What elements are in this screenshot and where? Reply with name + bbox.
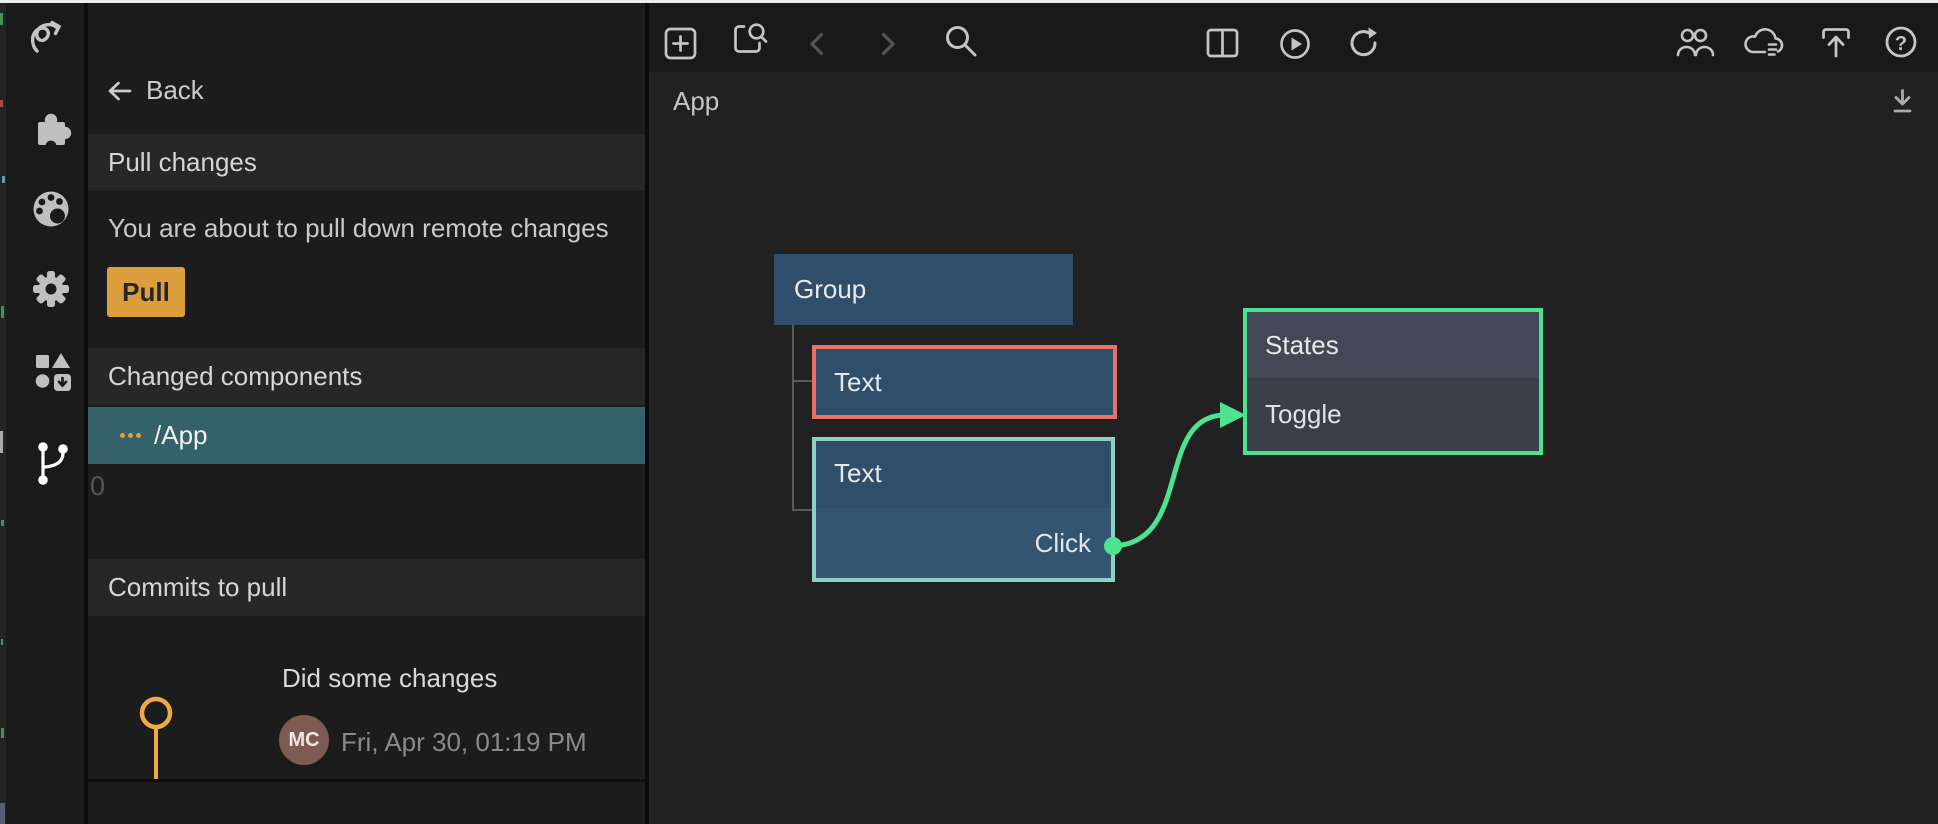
commit-author-avatar: MC <box>279 715 329 765</box>
output-port-click[interactable]: Click <box>816 508 1111 578</box>
tree-connector-stub <box>792 380 812 382</box>
activity-bar <box>6 3 84 824</box>
noodl-logo-icon[interactable] <box>26 18 66 63</box>
node-label: Group <box>794 274 866 305</box>
commit-timestamp: Fri, Apr 30, 01:19 PM <box>341 727 587 758</box>
cloud-versions-icon[interactable] <box>1741 25 1786 65</box>
nav-back-icon[interactable] <box>806 30 828 63</box>
back-button[interactable]: Back <box>106 75 204 106</box>
collaborators-icon[interactable] <box>1675 27 1715 63</box>
commit-message: Did some changes <box>282 663 497 694</box>
back-label: Back <box>146 75 204 106</box>
node-text-2[interactable]: Text Click <box>812 437 1115 582</box>
window-top-strip <box>0 0 1938 3</box>
changed-component-item[interactable]: /App <box>88 407 645 464</box>
pull-info-text: You are about to pull down remote change… <box>108 213 609 244</box>
node-label: Text <box>834 458 882 489</box>
search-icon[interactable] <box>943 23 979 64</box>
commit-graph-node-icon <box>136 693 176 733</box>
run-preview-icon[interactable] <box>1279 28 1311 65</box>
node-label: Text <box>834 367 882 398</box>
overview-ruler <box>0 3 6 824</box>
help-icon[interactable]: ? <box>1884 25 1918 64</box>
changed-component-label: /App <box>154 420 208 451</box>
component-search-icon[interactable] <box>731 22 769 61</box>
split-view-icon[interactable] <box>1206 28 1239 63</box>
version-control-icon[interactable] <box>32 438 69 493</box>
refresh-icon[interactable] <box>1347 26 1380 64</box>
settings-icon[interactable] <box>31 269 71 314</box>
commits-to-pull-header: Commits to pull <box>88 559 645 616</box>
changed-dots-icon <box>120 433 141 438</box>
tree-connector-vertical <box>792 325 794 511</box>
theme-palette-icon[interactable] <box>30 188 73 236</box>
stray-zero-text: 0 <box>90 471 105 502</box>
noodl-editor-window: Back Pull changes You are about to pull … <box>0 0 1938 824</box>
add-node-icon[interactable] <box>664 27 697 65</box>
node-text-1[interactable]: Text <box>812 345 1117 419</box>
activity-bar-border <box>84 3 88 824</box>
changed-components-header: Changed components <box>88 348 645 405</box>
deploy-icon[interactable] <box>1818 24 1854 64</box>
node-states-header: States <box>1247 312 1539 378</box>
pull-changes-header: Pull changes <box>88 134 645 191</box>
input-port-label: Toggle <box>1265 399 1342 430</box>
nav-forward-icon[interactable] <box>877 30 899 63</box>
back-arrow-icon <box>106 78 133 104</box>
version-control-panel: Back Pull changes You are about to pull … <box>88 3 645 824</box>
input-port-toggle[interactable]: Toggle <box>1247 378 1539 451</box>
plugins-icon[interactable] <box>30 107 72 154</box>
breadcrumb[interactable]: App <box>673 86 719 117</box>
components-icon[interactable] <box>30 349 73 397</box>
commit-graph-line <box>154 729 158 780</box>
output-port-label: Click <box>1035 528 1091 559</box>
commit-separator <box>88 779 645 782</box>
download-icon[interactable] <box>1888 87 1917 121</box>
pull-button[interactable]: Pull <box>107 267 185 317</box>
node-label: States <box>1265 330 1339 361</box>
panel-border <box>645 3 649 824</box>
node-states[interactable]: States Toggle <box>1243 308 1543 455</box>
tree-connector-stub <box>792 509 812 511</box>
help-glyph: ? <box>1884 25 1918 64</box>
node-group[interactable]: Group <box>774 254 1073 325</box>
